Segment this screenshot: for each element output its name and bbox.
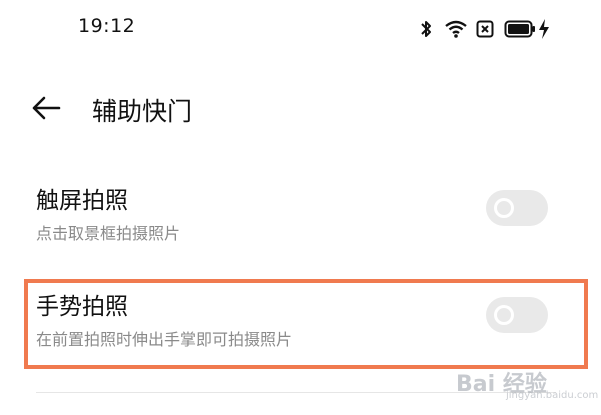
watermark-logo: Bai 经验 jingyan.baidu.com [452, 362, 598, 406]
bluetooth-icon [421, 21, 431, 37]
header: 辅助快门 [0, 80, 601, 140]
status-time: 19:12 [78, 15, 136, 37]
setting-row-touch-capture: 触屏拍照 点击取景框拍摄照片 [0, 170, 601, 250]
back-arrow-icon[interactable] [30, 93, 62, 123]
page-title: 辅助快门 [92, 97, 193, 126]
status-bar: 19:12 [0, 0, 601, 60]
setting-description: 在前置拍照时伸出手掌即可拍摄照片 [36, 330, 293, 349]
battery-icon [504, 20, 535, 38]
charging-icon [539, 19, 549, 39]
setting-description: 点击取景框拍摄照片 [36, 224, 181, 243]
setting-title: 触屏拍照 [36, 188, 128, 214]
wifi-icon [445, 20, 467, 38]
setting-row-gesture-capture: 手势拍照 在前置拍照时伸出手掌即可拍摄照片 [0, 280, 601, 360]
sim-icon [476, 20, 494, 38]
gesture-capture-toggle[interactable] [486, 297, 548, 333]
setting-title: 手势拍照 [36, 294, 128, 320]
watermark-subtext: jingyan.baidu.com [506, 390, 599, 401]
touch-capture-toggle[interactable] [486, 190, 548, 226]
toggle-knob [494, 198, 514, 218]
toggle-knob [494, 305, 514, 325]
